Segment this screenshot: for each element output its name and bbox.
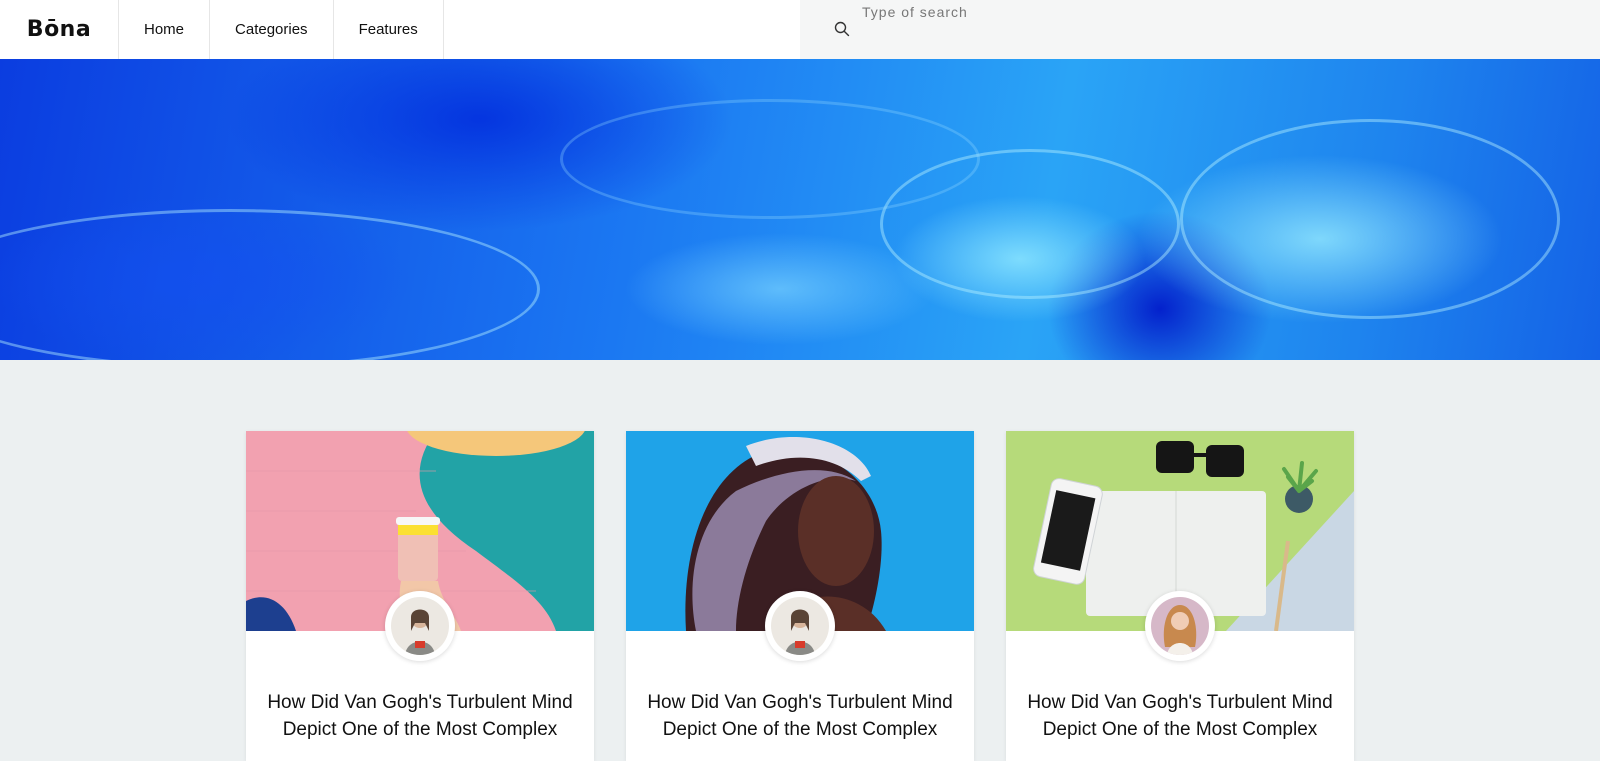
hero-swirl	[1180, 119, 1560, 319]
main-nav: Home Categories Features	[119, 0, 444, 59]
top-header: Bōna Home Categories Features	[0, 0, 1600, 59]
site-logo[interactable]: Bōna	[0, 0, 119, 59]
post-card[interactable]: How Did Van Gogh's Turbulent Mind Depict…	[1006, 431, 1354, 761]
post-card[interactable]: How Did Van Gogh's Turbulent Mind Depict…	[246, 431, 594, 761]
post-title[interactable]: How Did Van Gogh's Turbulent Mind Depict…	[266, 689, 574, 743]
search-input[interactable]	[862, 0, 1382, 24]
hero-swirl	[560, 99, 980, 219]
post-title[interactable]: How Did Van Gogh's Turbulent Mind Depict…	[646, 689, 954, 743]
nav-item-home[interactable]: Home	[119, 0, 211, 59]
post-card-list: How Did Van Gogh's Turbulent Mind Depict…	[246, 431, 1354, 761]
hero-swirl	[0, 209, 540, 360]
search-icon[interactable]	[834, 21, 850, 37]
author-avatar[interactable]	[1145, 591, 1215, 661]
hero-banner	[0, 59, 1600, 360]
nav-item-features[interactable]: Features	[334, 0, 444, 59]
nav-item-categories[interactable]: Categories	[210, 0, 334, 59]
post-card[interactable]: How Did Van Gogh's Turbulent Mind Depict…	[626, 431, 974, 761]
author-avatar[interactable]	[385, 591, 455, 661]
author-avatar[interactable]	[765, 591, 835, 661]
post-title[interactable]: How Did Van Gogh's Turbulent Mind Depict…	[1026, 689, 1334, 743]
